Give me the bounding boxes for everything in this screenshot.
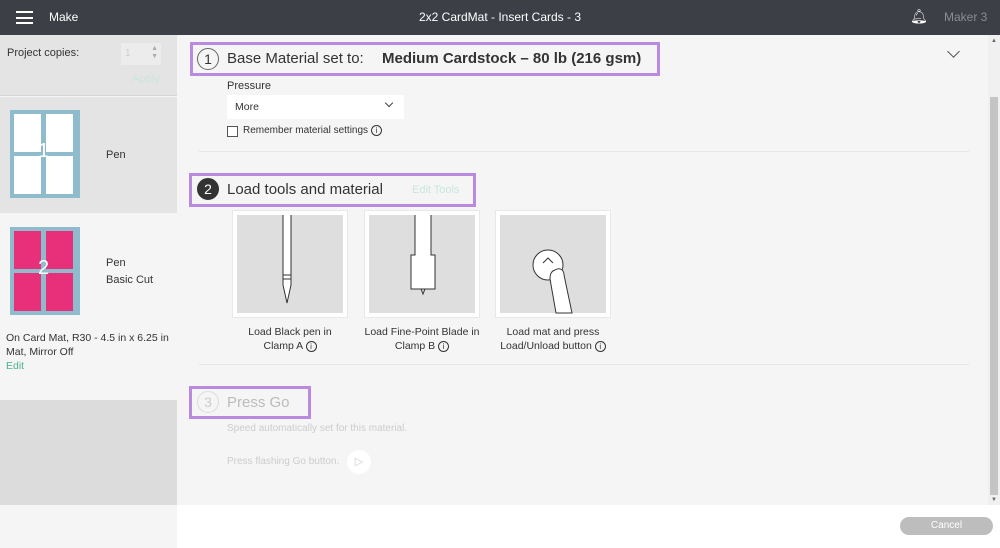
caption-line: Load mat and press	[506, 326, 600, 338]
pressure-value: More	[235, 101, 259, 113]
remember-text: Remember material settings	[243, 125, 369, 137]
mat-number: 2	[38, 257, 50, 279]
info-icon[interactable]: i	[370, 125, 382, 136]
mat-item-2[interactable]: 2 Pen Basic Cut On Card Mat, R30 - 4.5 i…	[0, 213, 177, 400]
step1-number: 1	[197, 48, 219, 70]
edit-link[interactable]: Edit	[6, 360, 24, 372]
mat-tool: Pen	[106, 257, 126, 269]
mat-tool: Pen	[106, 149, 126, 161]
sidebar: Project copies: 1 ▲ ▼ Apply 1 Pen 2 Pen Ba…	[0, 35, 177, 505]
bell-icon[interactable]: 🔔︎	[910, 8, 928, 25]
step2-number: 2	[197, 178, 219, 200]
tile-caption: Load mat and press Load/Unload button i	[483, 325, 623, 353]
device-name[interactable]: Maker 3	[944, 10, 987, 24]
footer: Cancel	[177, 505, 1000, 548]
mat-number: 1	[38, 140, 50, 162]
step2-label: Load tools and material	[227, 181, 383, 198]
main-panel: 1 Base Material set to: Medium Cardstock…	[177, 35, 988, 505]
sidebar-footer	[0, 505, 177, 548]
collapse-chevron-icon[interactable]	[947, 45, 960, 58]
load-mat-tile	[495, 210, 611, 318]
copies-section: Project copies: 1 ▲ ▼ Apply	[0, 35, 177, 96]
blade-icon	[410, 215, 436, 296]
edit-tools-link[interactable]: Edit Tools	[412, 184, 460, 196]
cancel-button[interactable]: Cancel	[900, 517, 993, 535]
sidebar-empty	[0, 400, 177, 505]
chevron-down-icon	[384, 98, 394, 108]
info-icon[interactable]: i	[594, 340, 606, 352]
copies-label: Project copies:	[7, 47, 80, 59]
mat-preview: 2	[10, 227, 80, 315]
copies-stepper[interactable]: 1 ▲ ▼	[121, 43, 161, 65]
caption-line: Load/Unload button	[500, 340, 592, 352]
caption-line: Load Black pen in	[248, 326, 332, 338]
speed-text: Speed automatically set for this materia…	[227, 423, 408, 434]
info-icon[interactable]: i	[438, 340, 450, 352]
divider	[199, 364, 969, 365]
mat-item-1[interactable]: 1 Pen	[0, 97, 177, 213]
scrollbar[interactable]: ▲ ▼	[988, 35, 1000, 505]
tile-caption: Load Fine-Point Blade in Clamp B i	[352, 325, 492, 353]
window-title: 2x2 CardMat - Insert Cards - 3	[418, 10, 582, 24]
copies-value: 1	[125, 48, 131, 59]
caption-line: Clamp A	[263, 340, 303, 352]
caption-line: Load Fine-Point Blade in	[364, 326, 480, 338]
caption-line: Clamp B	[394, 340, 436, 352]
pressure-label: Pressure	[227, 80, 272, 92]
top-bar: Make 2x2 CardMat - Insert Cards - 3 🔔︎ M…	[0, 0, 1000, 35]
pen-icon	[282, 215, 292, 304]
mat-tool: Basic Cut	[106, 274, 154, 286]
info-icon[interactable]: i	[305, 340, 317, 352]
remember-label: Remember material settings i	[243, 125, 382, 136]
remember-checkbox[interactable]	[227, 126, 238, 137]
tile-caption: Load Black pen in Clamp A i	[220, 325, 360, 353]
divider	[199, 151, 969, 152]
material-name[interactable]: Medium Cardstock – 80 lb (216 gsm)	[382, 50, 641, 67]
black-pen-tile	[232, 210, 348, 318]
blade-tile	[364, 210, 480, 318]
press-go-text: Press flashing Go button.	[227, 456, 340, 467]
step3-label: Press Go	[227, 394, 290, 411]
press-button-icon	[532, 249, 573, 314]
mat-preview: 1	[10, 110, 80, 198]
apply-button[interactable]: Apply	[132, 73, 160, 85]
pressure-select[interactable]: More	[227, 95, 404, 119]
step3-number: 3	[197, 391, 219, 413]
mat-info: On Card Mat, R30 - 4.5 in x 6.25 in Mat,…	[6, 332, 169, 358]
step1-label: Base Material set to:	[227, 50, 364, 67]
scrollbar-thumb[interactable]	[990, 97, 998, 495]
go-play-icon: ▷	[347, 450, 371, 474]
